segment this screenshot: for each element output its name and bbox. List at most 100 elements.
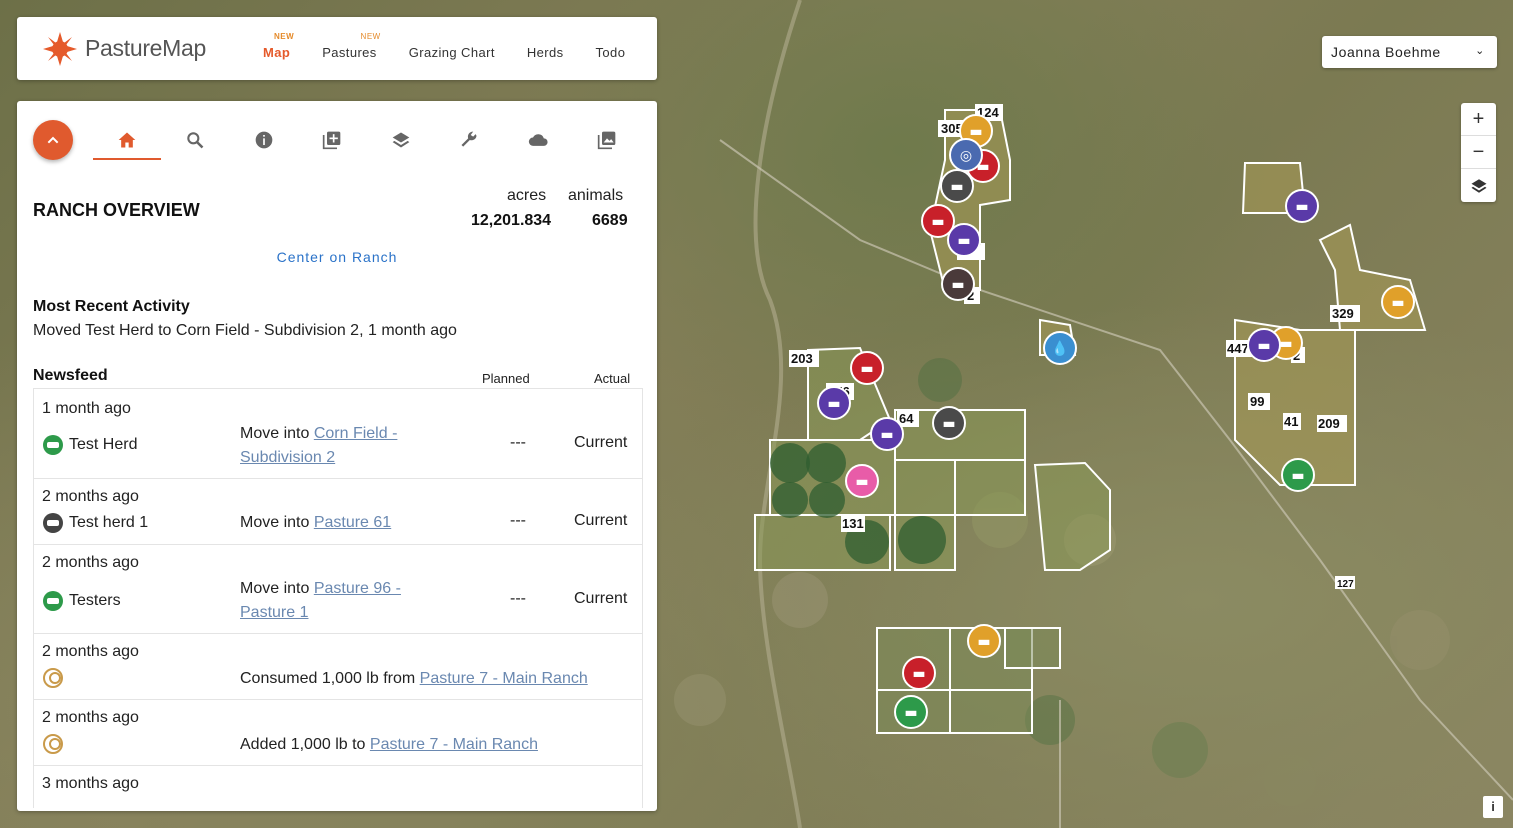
newsfeed-row: 2 months ago Added 1,000 lb to Pasture 7…: [33, 700, 643, 766]
row-time: 2 months ago: [42, 709, 139, 726]
collapse-panel-button[interactable]: [33, 120, 73, 160]
pasture-link[interactable]: Pasture 7 - Main Ranch: [420, 670, 588, 687]
nav-map-label: Map: [263, 45, 291, 60]
svg-text:▬: ▬: [957, 233, 970, 249]
row-action: Move into Pasture 61: [240, 511, 391, 535]
newsfeed-row: 2 months ago Consumed 1,000 lb from Past…: [33, 634, 643, 700]
row-action-text: Move into: [240, 514, 314, 531]
brand-logo[interactable]: PastureMap: [41, 30, 231, 68]
newsfeed-list: 1 month ago Test Herd Move into Corn Fie…: [33, 388, 643, 808]
cow-dark-icon: [43, 513, 63, 533]
info-tab[interactable]: [249, 125, 279, 155]
pasture-link-continued[interactable]: Pasture 1: [240, 604, 308, 621]
photos-tab[interactable]: [592, 125, 622, 155]
nav-todo-label: Todo: [595, 45, 626, 60]
nav-herds-label: Herds: [526, 45, 564, 60]
recent-activity-text: Moved Test Herd to Corn Field - Subdivis…: [33, 322, 457, 339]
row-action: Added 1,000 lb to Pasture 7 - Main Ranch: [240, 733, 538, 757]
ranch-overview-title: RANCH OVERVIEW: [33, 200, 200, 220]
acres-value: 12,201.834: [471, 212, 552, 229]
layers-tab[interactable]: [386, 125, 416, 155]
svg-text:▬: ▬: [827, 396, 840, 412]
brand-name: PastureMap: [85, 35, 207, 61]
svg-text:209: 209: [1318, 416, 1340, 431]
row-herd[interactable]: Testers: [42, 590, 121, 612]
pasture-link[interactable]: Corn Field -: [314, 425, 398, 442]
zoom-out-button[interactable]: −: [1461, 136, 1496, 169]
row-planned: ---: [510, 590, 526, 607]
zoom-in-button[interactable]: +: [1461, 103, 1496, 136]
newsfeed-title: Newsfeed: [33, 367, 108, 384]
svg-text:▬: ▬: [1257, 338, 1270, 354]
nav-pastures[interactable]: Pastures NEW: [322, 32, 380, 60]
nav-todo[interactable]: Todo: [596, 37, 626, 60]
row-actual: Current: [574, 512, 628, 529]
panel-toolbar: [17, 101, 657, 181]
hay-bale-icon: [43, 668, 63, 688]
search-tab[interactable]: [180, 125, 210, 155]
layers-icon: [392, 132, 410, 148]
photo-icon: [597, 131, 616, 150]
active-tab-underline: [93, 158, 161, 160]
layers-icon: [1471, 178, 1486, 193]
row-time: 3 months ago: [42, 775, 139, 792]
nav-map[interactable]: Map NEW: [263, 32, 294, 60]
recent-activity-title: Most Recent Activity: [33, 298, 190, 315]
nav-grazing-chart[interactable]: Grazing Chart: [409, 37, 495, 60]
svg-text:41: 41: [1284, 414, 1298, 429]
center-on-ranch-link[interactable]: Center on Ranch: [17, 249, 657, 265]
home-tab[interactable]: [112, 125, 142, 155]
svg-text:329: 329: [1332, 306, 1354, 321]
tools-tab[interactable]: [454, 125, 484, 155]
layers-button[interactable]: [1461, 169, 1496, 202]
row-action: Consumed 1,000 lb from Pasture 7 - Main …: [240, 667, 588, 691]
newsfeed-row: 1 month ago Test Herd Move into Corn Fie…: [33, 389, 643, 479]
newsfeed-row: 2 months ago Testers Move into Pasture 9…: [33, 545, 643, 634]
pasture-link[interactable]: Pasture 61: [314, 514, 391, 531]
wrench-icon: [461, 131, 477, 147]
new-badge: NEW: [274, 32, 295, 41]
svg-text:▬: ▬: [880, 427, 893, 443]
add-tab[interactable]: [317, 125, 347, 155]
weather-tab[interactable]: [523, 125, 553, 155]
user-name: Joanna Boehme: [1331, 44, 1441, 60]
add-box-icon: [322, 131, 341, 150]
map-controls: + −: [1461, 103, 1496, 202]
svg-text:▬: ▬: [977, 634, 990, 650]
row-time: 1 month ago: [42, 400, 131, 417]
svg-text:99: 99: [1250, 394, 1264, 409]
svg-text:▬: ▬: [860, 361, 873, 377]
row-time: 2 months ago: [42, 554, 139, 571]
svg-text:127: 127: [1337, 579, 1354, 590]
nav-herds[interactable]: Herds: [527, 37, 564, 60]
row-action-text: Move into: [240, 425, 314, 442]
animals-label: animals: [568, 187, 624, 204]
svg-text:447: 447: [1227, 341, 1249, 356]
map-info-button[interactable]: i: [1483, 796, 1503, 818]
svg-text:▬: ▬: [1391, 295, 1404, 311]
cloud-icon: [528, 134, 548, 146]
row-action-text: Consumed 1,000 lb from: [240, 670, 420, 687]
svg-text:▬: ▬: [1295, 199, 1308, 215]
svg-text:▬: ▬: [942, 416, 955, 432]
cow-green-icon: [43, 435, 63, 455]
pasture-link[interactable]: Pasture 96 -: [314, 580, 401, 597]
chevron-down-icon: ⌄: [1475, 45, 1485, 57]
sun-logo-icon: [43, 31, 77, 66]
home-icon: [118, 132, 136, 148]
cow-green-icon: [43, 591, 63, 611]
row-action-text: Move into: [240, 580, 314, 597]
row-herd[interactable]: Test herd 1: [42, 512, 148, 534]
row-planned: ---: [510, 512, 526, 529]
svg-text:▬: ▬: [931, 214, 944, 230]
row-actual: Current: [574, 434, 628, 451]
row-herd-name: Test Herd: [69, 436, 138, 453]
svg-text:▬: ▬: [855, 474, 868, 490]
svg-text:▬: ▬: [1279, 336, 1292, 352]
svg-text:▬: ▬: [951, 277, 964, 293]
pasture-link-continued[interactable]: Subdivision 2: [240, 449, 335, 466]
row-herd[interactable]: Test Herd: [42, 434, 137, 456]
pasture-link[interactable]: Pasture 7 - Main Ranch: [370, 736, 538, 753]
user-menu-dropdown[interactable]: Joanna Boehme ⌄: [1322, 36, 1497, 68]
row-actual: Current: [574, 590, 628, 607]
